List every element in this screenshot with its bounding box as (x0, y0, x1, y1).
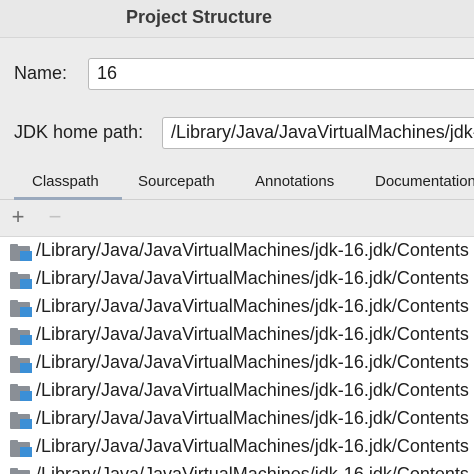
classpath-entry-path: /Library/Java/JavaVirtualMachines/jdk-16… (36, 352, 469, 372)
jar-archive-icon (10, 383, 34, 401)
classpath-entry-path: /Library/Java/JavaVirtualMachines/jdk-16… (36, 240, 469, 260)
jar-archive-icon (10, 467, 34, 474)
classpath-entry-path: /Library/Java/JavaVirtualMachines/jdk-16… (36, 408, 469, 428)
classpath-list-item[interactable]: /Library/Java/JavaVirtualMachines/jdk-16… (0, 433, 474, 461)
jar-archive-icon (10, 327, 34, 345)
project-structure-dialog: Project Structure Name: 16 JDK home path… (0, 0, 474, 474)
classpath-list-item[interactable]: /Library/Java/JavaVirtualMachines/jdk-16… (0, 293, 474, 321)
classpath-list-item[interactable]: /Library/Java/JavaVirtualMachines/jdk-16… (0, 461, 474, 474)
classpath-entry-path: /Library/Java/JavaVirtualMachines/jdk-16… (36, 268, 469, 288)
title-bar[interactable]: Project Structure (0, 0, 474, 38)
jar-archive-icon (10, 411, 34, 429)
classpath-entry-path: /Library/Java/JavaVirtualMachines/jdk-16… (36, 464, 469, 474)
classpath-list-item[interactable]: /Library/Java/JavaVirtualMachines/jdk-16… (0, 377, 474, 405)
jdk-home-path-field[interactable]: /Library/Java/JavaVirtualMachines/jdk-16… (162, 117, 474, 149)
classpath-toolbar: + − (0, 201, 474, 233)
name-label: Name: (14, 63, 68, 83)
add-button[interactable]: + (7, 205, 29, 229)
name-field[interactable]: 16 (88, 58, 474, 90)
tab-documentation-paths[interactable]: Documentation Paths (375, 164, 474, 200)
tab-sourcepath[interactable]: Sourcepath (138, 164, 215, 200)
remove-button[interactable]: − (44, 205, 66, 229)
tab-annotations[interactable]: Annotations (255, 164, 334, 200)
classpath-entry-path: /Library/Java/JavaVirtualMachines/jdk-16… (36, 380, 469, 400)
jar-archive-icon (10, 271, 34, 289)
jar-archive-icon (10, 299, 34, 317)
jar-archive-icon (10, 355, 34, 373)
selected-tab-indicator (14, 197, 122, 200)
tab-classpath[interactable]: Classpath (32, 164, 99, 200)
classpath-list-item[interactable]: /Library/Java/JavaVirtualMachines/jdk-16… (0, 349, 474, 377)
classpath-entry-path: /Library/Java/JavaVirtualMachines/jdk-16… (36, 296, 469, 316)
tab-bar: Classpath Sourcepath Annotations Documen… (0, 164, 474, 200)
classpath-list-item[interactable]: /Library/Java/JavaVirtualMachines/jdk-16… (0, 405, 474, 433)
jdk-home-path-label: JDK home path: (14, 122, 144, 142)
classpath-list-item[interactable]: /Library/Java/JavaVirtualMachines/jdk-16… (0, 237, 474, 265)
classpath-entry-path: /Library/Java/JavaVirtualMachines/jdk-16… (36, 436, 469, 456)
jar-archive-icon (10, 243, 34, 261)
dialog-title: Project Structure (126, 7, 273, 27)
classpath-entry-path: /Library/Java/JavaVirtualMachines/jdk-16… (36, 324, 469, 344)
jar-archive-icon (10, 439, 34, 457)
classpath-list[interactable]: /Library/Java/JavaVirtualMachines/jdk-16… (0, 236, 474, 474)
classpath-list-item[interactable]: /Library/Java/JavaVirtualMachines/jdk-16… (0, 321, 474, 349)
classpath-list-item[interactable]: /Library/Java/JavaVirtualMachines/jdk-16… (0, 265, 474, 293)
